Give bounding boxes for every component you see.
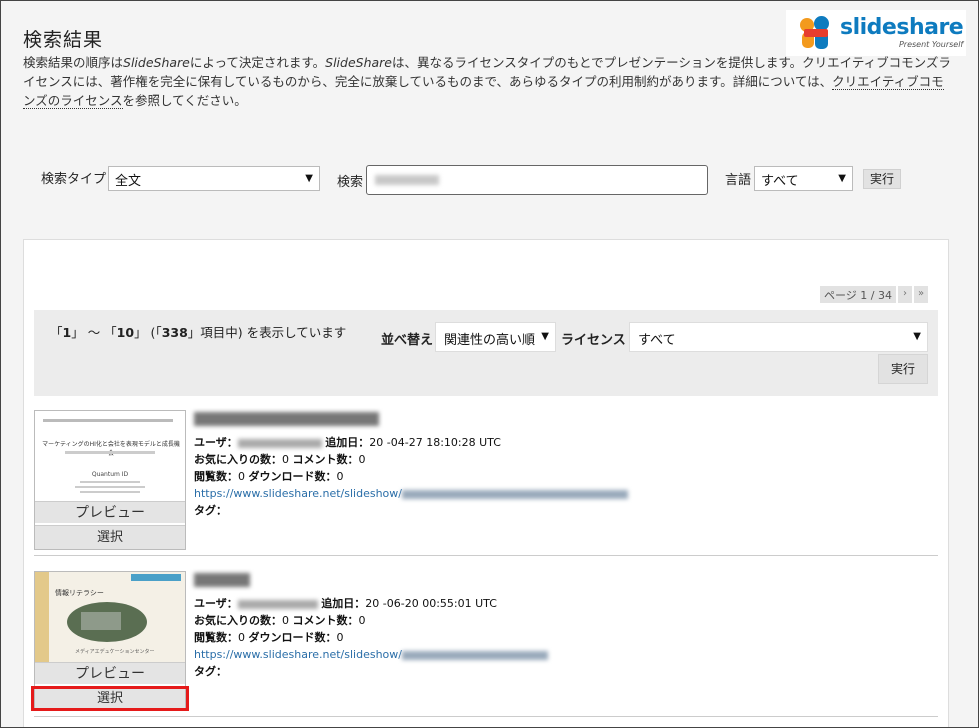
last-page-button[interactable]: » [914,286,928,303]
logo-tagline: Present Yourself [898,40,964,49]
page-indicator: ページ 1 / 34 [820,286,896,303]
slide-preview-image: マーケティングのHI化と会社を表現モデルと成長機会 Quantum ID [35,411,185,501]
desc-text: によって決定されます。 [189,55,326,70]
chevron-down-icon: ▼ [913,331,921,342]
language-label: 言語 [725,173,752,188]
license-label: ライセンス [561,333,626,348]
page-frame: 検索結果 検索結果の順序はSlideShareによって決定されます。SlideS… [0,0,979,728]
language-select[interactable]: すべて ▼ [754,166,853,191]
item-url-link[interactable]: https://www.slideshare.net/slideshow/ [194,648,548,661]
desc-brand: SlideShare [325,55,392,70]
slideshare-logo[interactable]: slideshare Present Yourself [786,10,966,56]
select-button-highlight [31,686,189,711]
item-meta: ユーザ： 追加日：20 -04-27 18:10:28 UTC お気に入りの数：… [194,412,628,519]
desc-text: を参照してください。 [122,93,247,108]
desc-text: 検索結果の順序は [23,55,124,70]
results-run-button[interactable]: 実行 [878,354,928,384]
pagination: ページ 1 / 34 › » [820,286,928,303]
list-item: マーケティングのHI化と会社を表現モデルと成長機会 Quantum ID プレビ… [34,410,938,556]
slideshare-logo-icon [800,16,834,50]
results-toolbar: 「1」 ～ 「10」 (「338」項目中) を表示しています 並べ替え 関連性の… [34,310,938,396]
preview-button[interactable]: プレビュー [35,501,185,523]
search-description: 検索結果の順序はSlideShareによって決定されます。SlideShareは… [23,53,951,110]
chevron-down-icon: ▼ [541,331,549,342]
item-title[interactable] [194,412,379,426]
search-input[interactable] [366,165,708,195]
next-page-button[interactable]: › [898,286,912,303]
chevron-down-icon: ▼ [838,173,846,184]
search-type-select[interactable]: 全文 ▼ [108,166,320,191]
search-query-label: 検索 [337,175,364,190]
slide-thumbnail[interactable]: マーケティングのHI化と会社を表現モデルと成長機会 Quantum ID プレビ… [34,410,186,550]
desc-brand: SlideShare [123,55,190,70]
chevron-down-icon: ▼ [305,173,313,184]
search-run-button[interactable]: 実行 [863,169,901,189]
search-type-label: 検索タイプ [41,172,107,187]
license-select[interactable]: すべて ▼ [629,322,928,352]
sort-select[interactable]: 関連性の高い順 ▼ [435,322,556,352]
item-title[interactable] [194,573,250,587]
preview-button[interactable]: プレビュー [35,662,185,684]
results-panel: ページ 1 / 34 › » 「1」 ～ 「10」 (「338」項目中) を表示… [23,239,949,727]
item-url-link[interactable]: https://www.slideshare.net/slideshow/ [194,487,628,500]
item-meta: ユーザ： 追加日：20 -06-20 00:55:01 UTC お気に入りの数：… [194,573,548,680]
logo-wordmark: slideshare [840,15,964,40]
page-title: 検索結果 [23,29,104,51]
results-count: 「1」 ～ 「10」 (「338」項目中) を表示しています [50,325,347,340]
slide-preview-image: 情報リテラシー メディアエデュケーションセンター [35,572,185,662]
select-button[interactable]: 選択 [35,525,185,549]
sort-label: 並べ替え [381,333,434,348]
